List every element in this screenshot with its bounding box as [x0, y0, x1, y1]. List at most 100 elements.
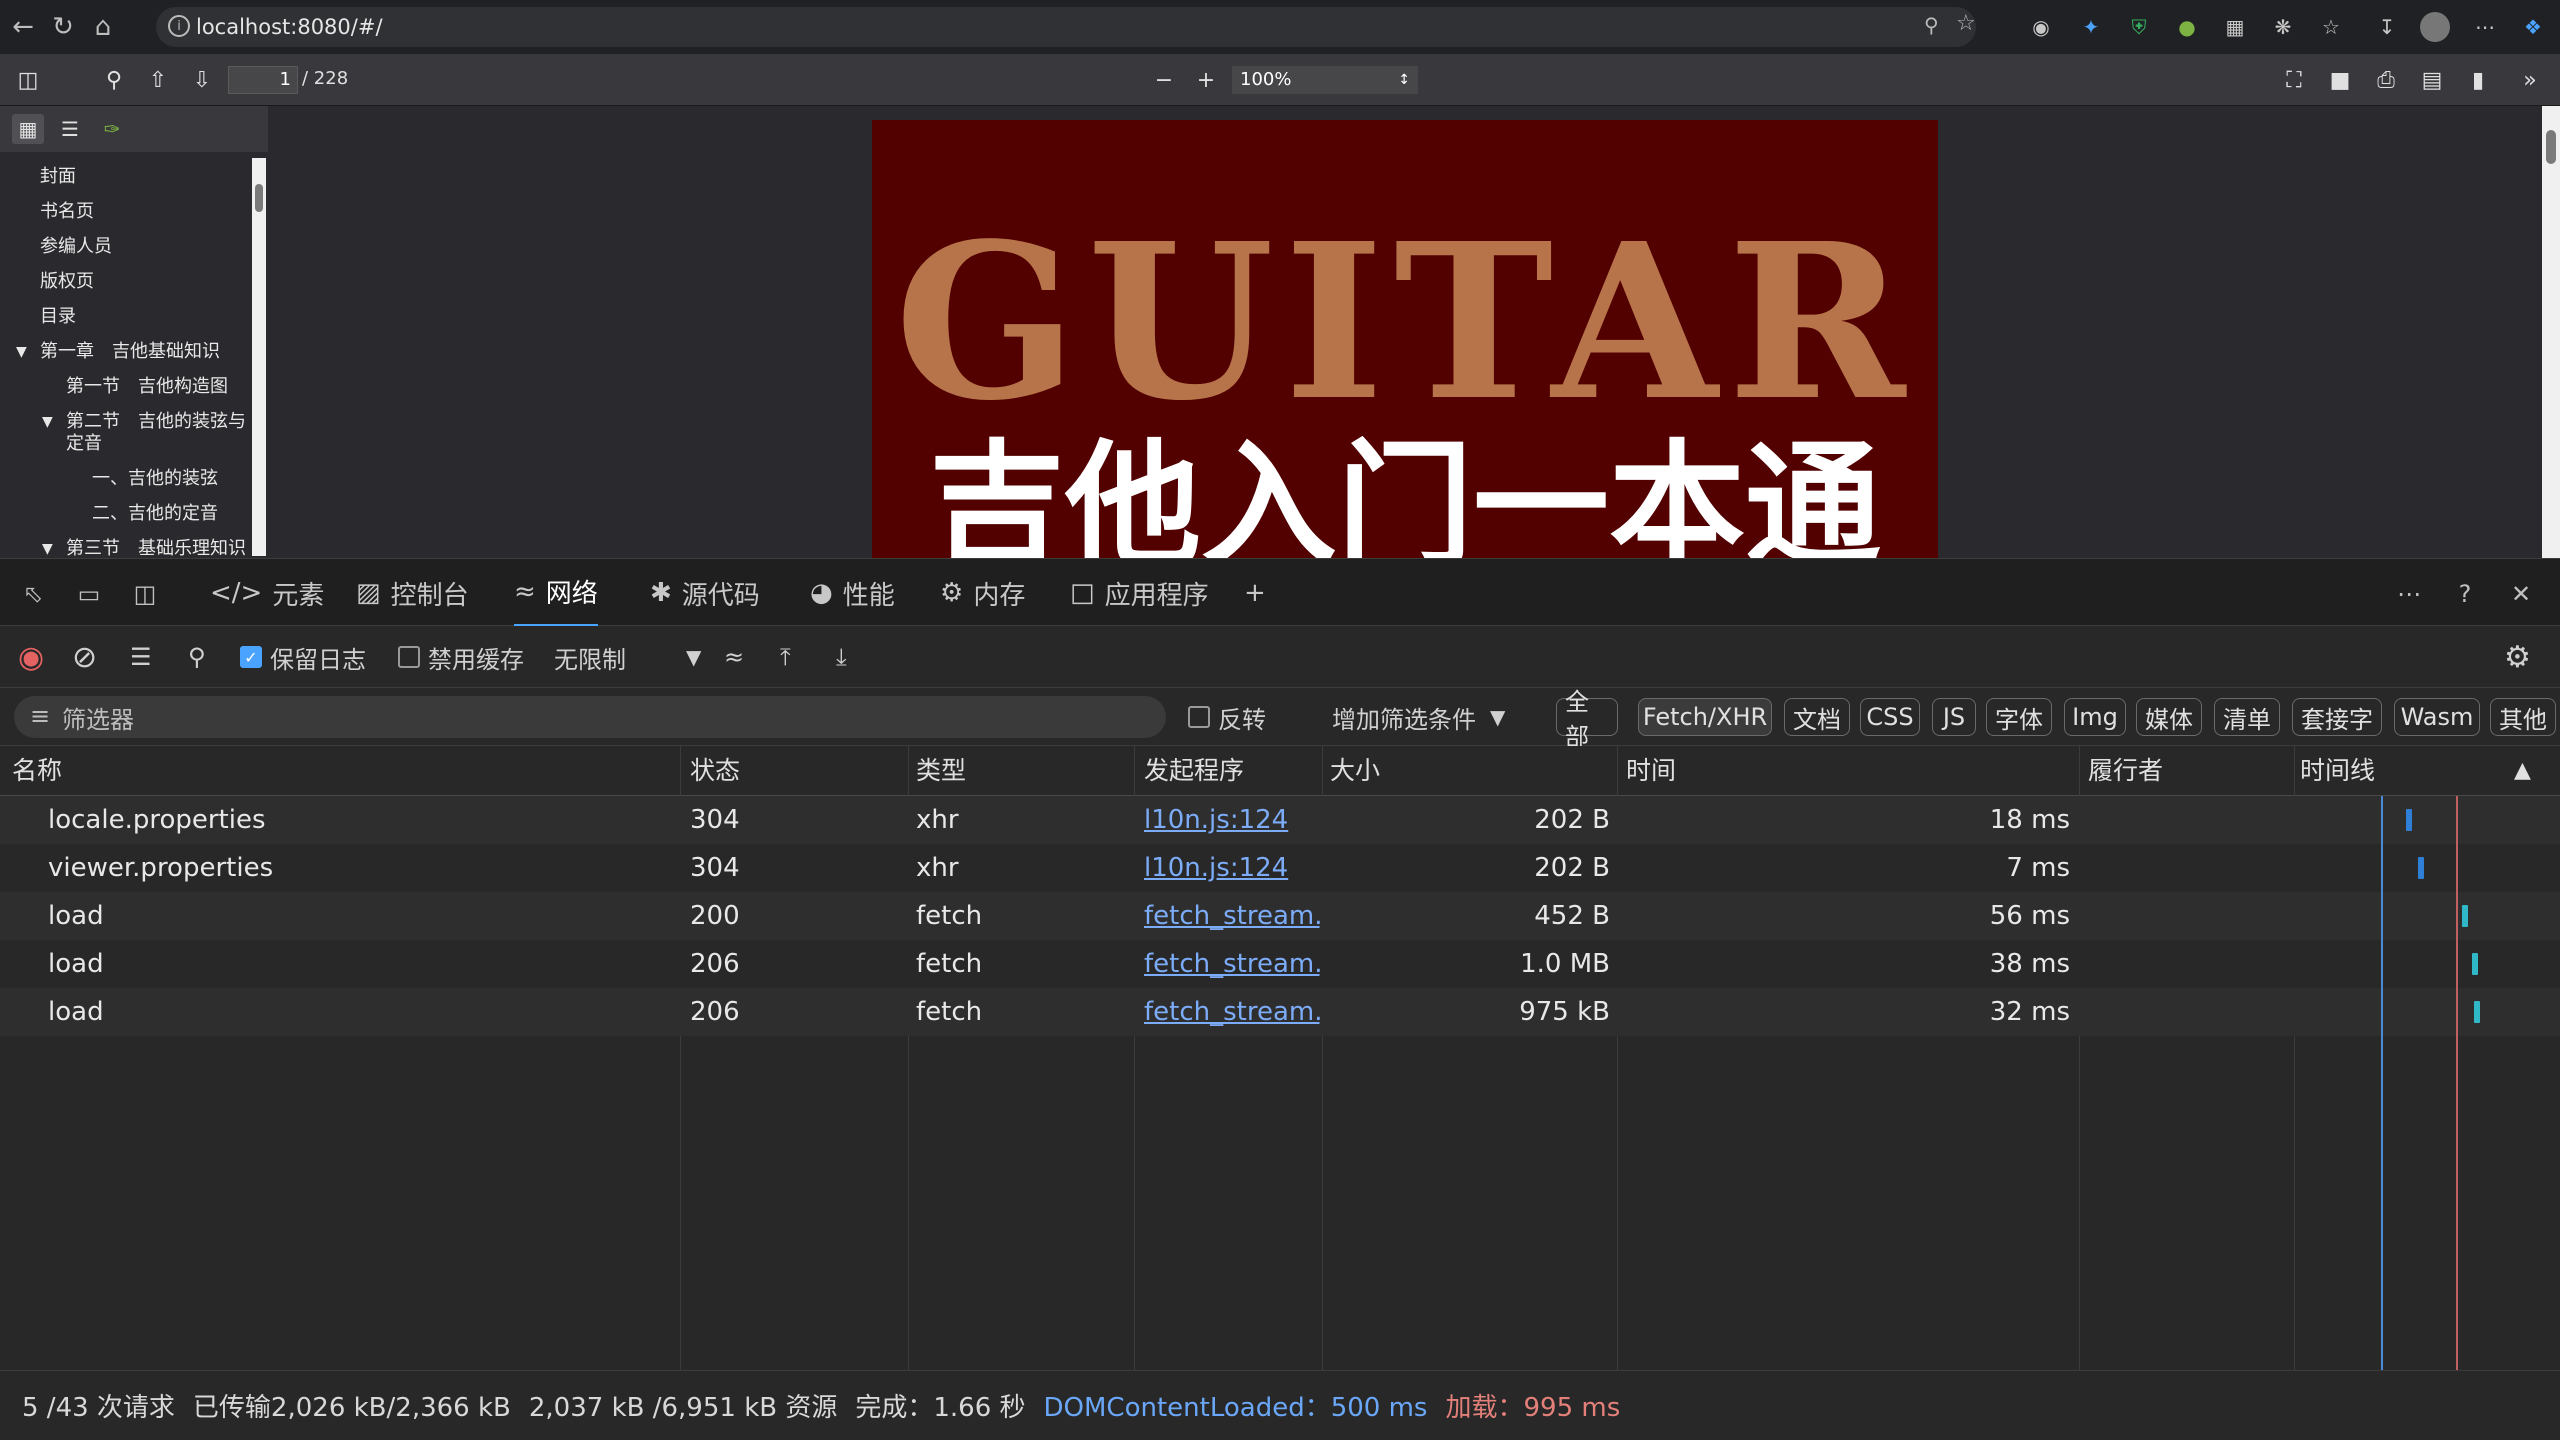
outline-item[interactable]: 版权页	[40, 271, 94, 293]
initiator-link[interactable]: l10n.js:124	[1144, 853, 1288, 883]
sort-up-icon[interactable]: ▲	[2506, 746, 2531, 796]
print-icon[interactable]: ⎙	[2370, 64, 2402, 96]
next-page-icon[interactable]: ⇩	[186, 64, 218, 96]
table-row[interactable]: locale.properties 304 xhr l10n.js:124 202 B 1…	[0, 796, 2560, 844]
expand-triangle-icon[interactable]: ▼	[42, 541, 53, 556]
tab-network[interactable]: ≈ 网络	[514, 559, 598, 627]
puzzle-icon[interactable]: ❋	[2268, 12, 2298, 42]
outline-item[interactable]: 第一章 吉他基础知识	[40, 341, 220, 363]
key-icon[interactable]: ⚲	[1924, 13, 1939, 37]
search-icon[interactable]: ⚲	[98, 64, 130, 96]
pdf-viewer[interactable]: GUITAR 吉他入门一本通	[268, 106, 2560, 558]
disable-cache-checkbox[interactable]: 禁用缓存	[398, 640, 524, 674]
shield-icon[interactable]: ⛨	[2124, 12, 2154, 42]
extension-icon[interactable]: ▦	[2220, 12, 2250, 42]
add-tab-button[interactable]: +	[1244, 559, 1276, 627]
filter-settings-icon[interactable]: ☰	[130, 640, 152, 674]
search-icon[interactable]: ⚲	[188, 640, 206, 674]
open-file-icon[interactable]: ■	[2324, 64, 2356, 96]
tab-sources[interactable]: ✱ 源代码	[650, 559, 760, 627]
tab-console[interactable]: ▨ 控制台	[356, 559, 469, 627]
invert-checkbox[interactable]: 反转	[1188, 700, 1266, 734]
address-bar[interactable]: i localhost:8080/#/ ⚲ ☆	[156, 7, 1976, 47]
tab-elements[interactable]: </> 元素	[210, 559, 324, 627]
filter-type-font[interactable]: 字体	[1986, 698, 2052, 736]
extension-icon[interactable]: ◉	[2026, 12, 2056, 42]
settings-gear-icon[interactable]: ⚙	[2504, 640, 2531, 675]
back-icon[interactable]: ←	[6, 10, 40, 44]
table-row[interactable]: load 206 fetch fetch_stream.js: 1.0 MB 38 ms	[0, 940, 2560, 988]
favorites-icon[interactable]: ☆	[2316, 12, 2346, 42]
filter-type-all[interactable]: 全部	[1556, 688, 1618, 751]
outline-item[interactable]: 第一节 吉他构造图	[66, 376, 228, 398]
table-row[interactable]: load 200 fetch fetch_stream.js: 452 B 56 ms	[0, 892, 2560, 940]
previous-page-icon[interactable]: ⇧	[142, 64, 174, 96]
filter-type-doc[interactable]: 文档	[1784, 698, 1850, 736]
column-header-name[interactable]: 名称	[4, 746, 62, 796]
outline-item[interactable]: 目录	[40, 306, 76, 328]
clear-icon[interactable]: ⊘	[72, 640, 97, 675]
preserve-log-checkbox[interactable]: ✓ 保留日志	[240, 640, 366, 674]
filter-type-media[interactable]: 媒体	[2136, 698, 2202, 736]
expand-triangle-icon[interactable]: ▼	[42, 414, 53, 430]
outline-item[interactable]: 二、吉他的定音	[92, 503, 218, 525]
filter-type-wasm[interactable]: Wasm	[2394, 698, 2480, 736]
device-toolbar-icon[interactable]: ▭	[72, 579, 106, 609]
column-header-status[interactable]: 状态	[682, 746, 740, 796]
scrollbar-thumb[interactable]	[2546, 130, 2556, 164]
download-icon[interactable]: ↧	[2372, 12, 2402, 42]
tab-application[interactable]: □ 应用程序	[1070, 559, 1209, 627]
dock-side-icon[interactable]: ◫	[128, 579, 162, 609]
checkbox[interactable]	[1188, 706, 1210, 728]
more-filters-dropdown[interactable]: 增加筛选条件 ▼	[1332, 700, 1505, 734]
initiator-link[interactable]: fetch_stream.js:	[1144, 949, 1320, 979]
sidebar-toggle-icon[interactable]: ◫	[12, 64, 44, 96]
zoom-in-icon[interactable]: +	[1190, 64, 1222, 96]
sidebar-scrollbar[interactable]	[252, 158, 266, 556]
filter-type-js[interactable]: JS	[1932, 698, 1976, 736]
star-icon[interactable]: ☆	[1956, 11, 1976, 36]
site-info-icon[interactable]: i	[168, 15, 190, 37]
bookmark-icon[interactable]: ▮	[2462, 64, 2494, 96]
column-header-size[interactable]: 大小	[1322, 746, 1380, 796]
reload-icon[interactable]: ↻	[46, 10, 80, 44]
column-header-time[interactable]: 时间	[1618, 746, 1676, 796]
outline-item[interactable]: 一、吉他的装弦	[92, 468, 218, 490]
column-header-type[interactable]: 类型	[908, 746, 966, 796]
scrollbar-thumb[interactable]	[255, 184, 263, 212]
inspect-element-icon[interactable]: ⬁	[16, 579, 50, 609]
record-icon[interactable]: ◉	[18, 640, 44, 675]
close-icon[interactable]: ✕	[2504, 579, 2538, 609]
filter-type-fetch-xhr[interactable]: Fetch/XHR	[1638, 698, 1772, 736]
filter-type-img[interactable]: Img	[2064, 698, 2126, 736]
download-icon[interactable]: ⤓	[836, 640, 847, 674]
outline-icon[interactable]: ☰	[54, 114, 86, 144]
upload-icon[interactable]: ⤒	[780, 640, 791, 674]
outline-item[interactable]: 参编人员	[40, 236, 112, 258]
initiator-link[interactable]: fetch_stream.js:	[1144, 901, 1320, 931]
help-icon[interactable]: ?	[2448, 579, 2482, 609]
extension-icon[interactable]: ✦	[2076, 12, 2106, 42]
zoom-out-icon[interactable]: −	[1148, 64, 1180, 96]
save-icon[interactable]: ▤	[2416, 64, 2448, 96]
outline-item[interactable]: 第三节 基础乐理知识	[66, 538, 246, 556]
outline-item[interactable]: 封面	[40, 166, 76, 188]
home-icon[interactable]: ⌂	[86, 10, 120, 44]
zoom-select[interactable]: 100% ↕	[1232, 66, 1418, 94]
filter-type-manifest[interactable]: 清单	[2214, 698, 2280, 736]
attachments-icon[interactable]: ✑	[96, 114, 128, 144]
tools-menu-icon[interactable]: »	[2514, 64, 2546, 96]
viewer-scrollbar[interactable]	[2542, 106, 2560, 558]
throttle-select[interactable]: 无限制 ▼	[554, 640, 701, 674]
filter-type-other[interactable]: 其他	[2490, 698, 2556, 736]
initiator-link[interactable]: fetch_stream.js:	[1144, 997, 1320, 1027]
avatar[interactable]	[2420, 12, 2450, 42]
page-number-input[interactable]: 1	[228, 66, 298, 94]
checkbox[interactable]	[398, 646, 420, 668]
column-header-waterfall[interactable]: 时间线	[2292, 746, 2375, 796]
table-row[interactable]: load 206 fetch fetch_stream.js: 975 kB 32 ms	[0, 988, 2560, 1036]
extension-icon[interactable]: ●	[2172, 12, 2202, 42]
column-header-fulfilled-by[interactable]: 履行者	[2080, 746, 2163, 796]
tab-performance[interactable]: ◕ 性能	[810, 559, 895, 627]
column-header-initiator[interactable]: 发起程序	[1136, 746, 1244, 796]
